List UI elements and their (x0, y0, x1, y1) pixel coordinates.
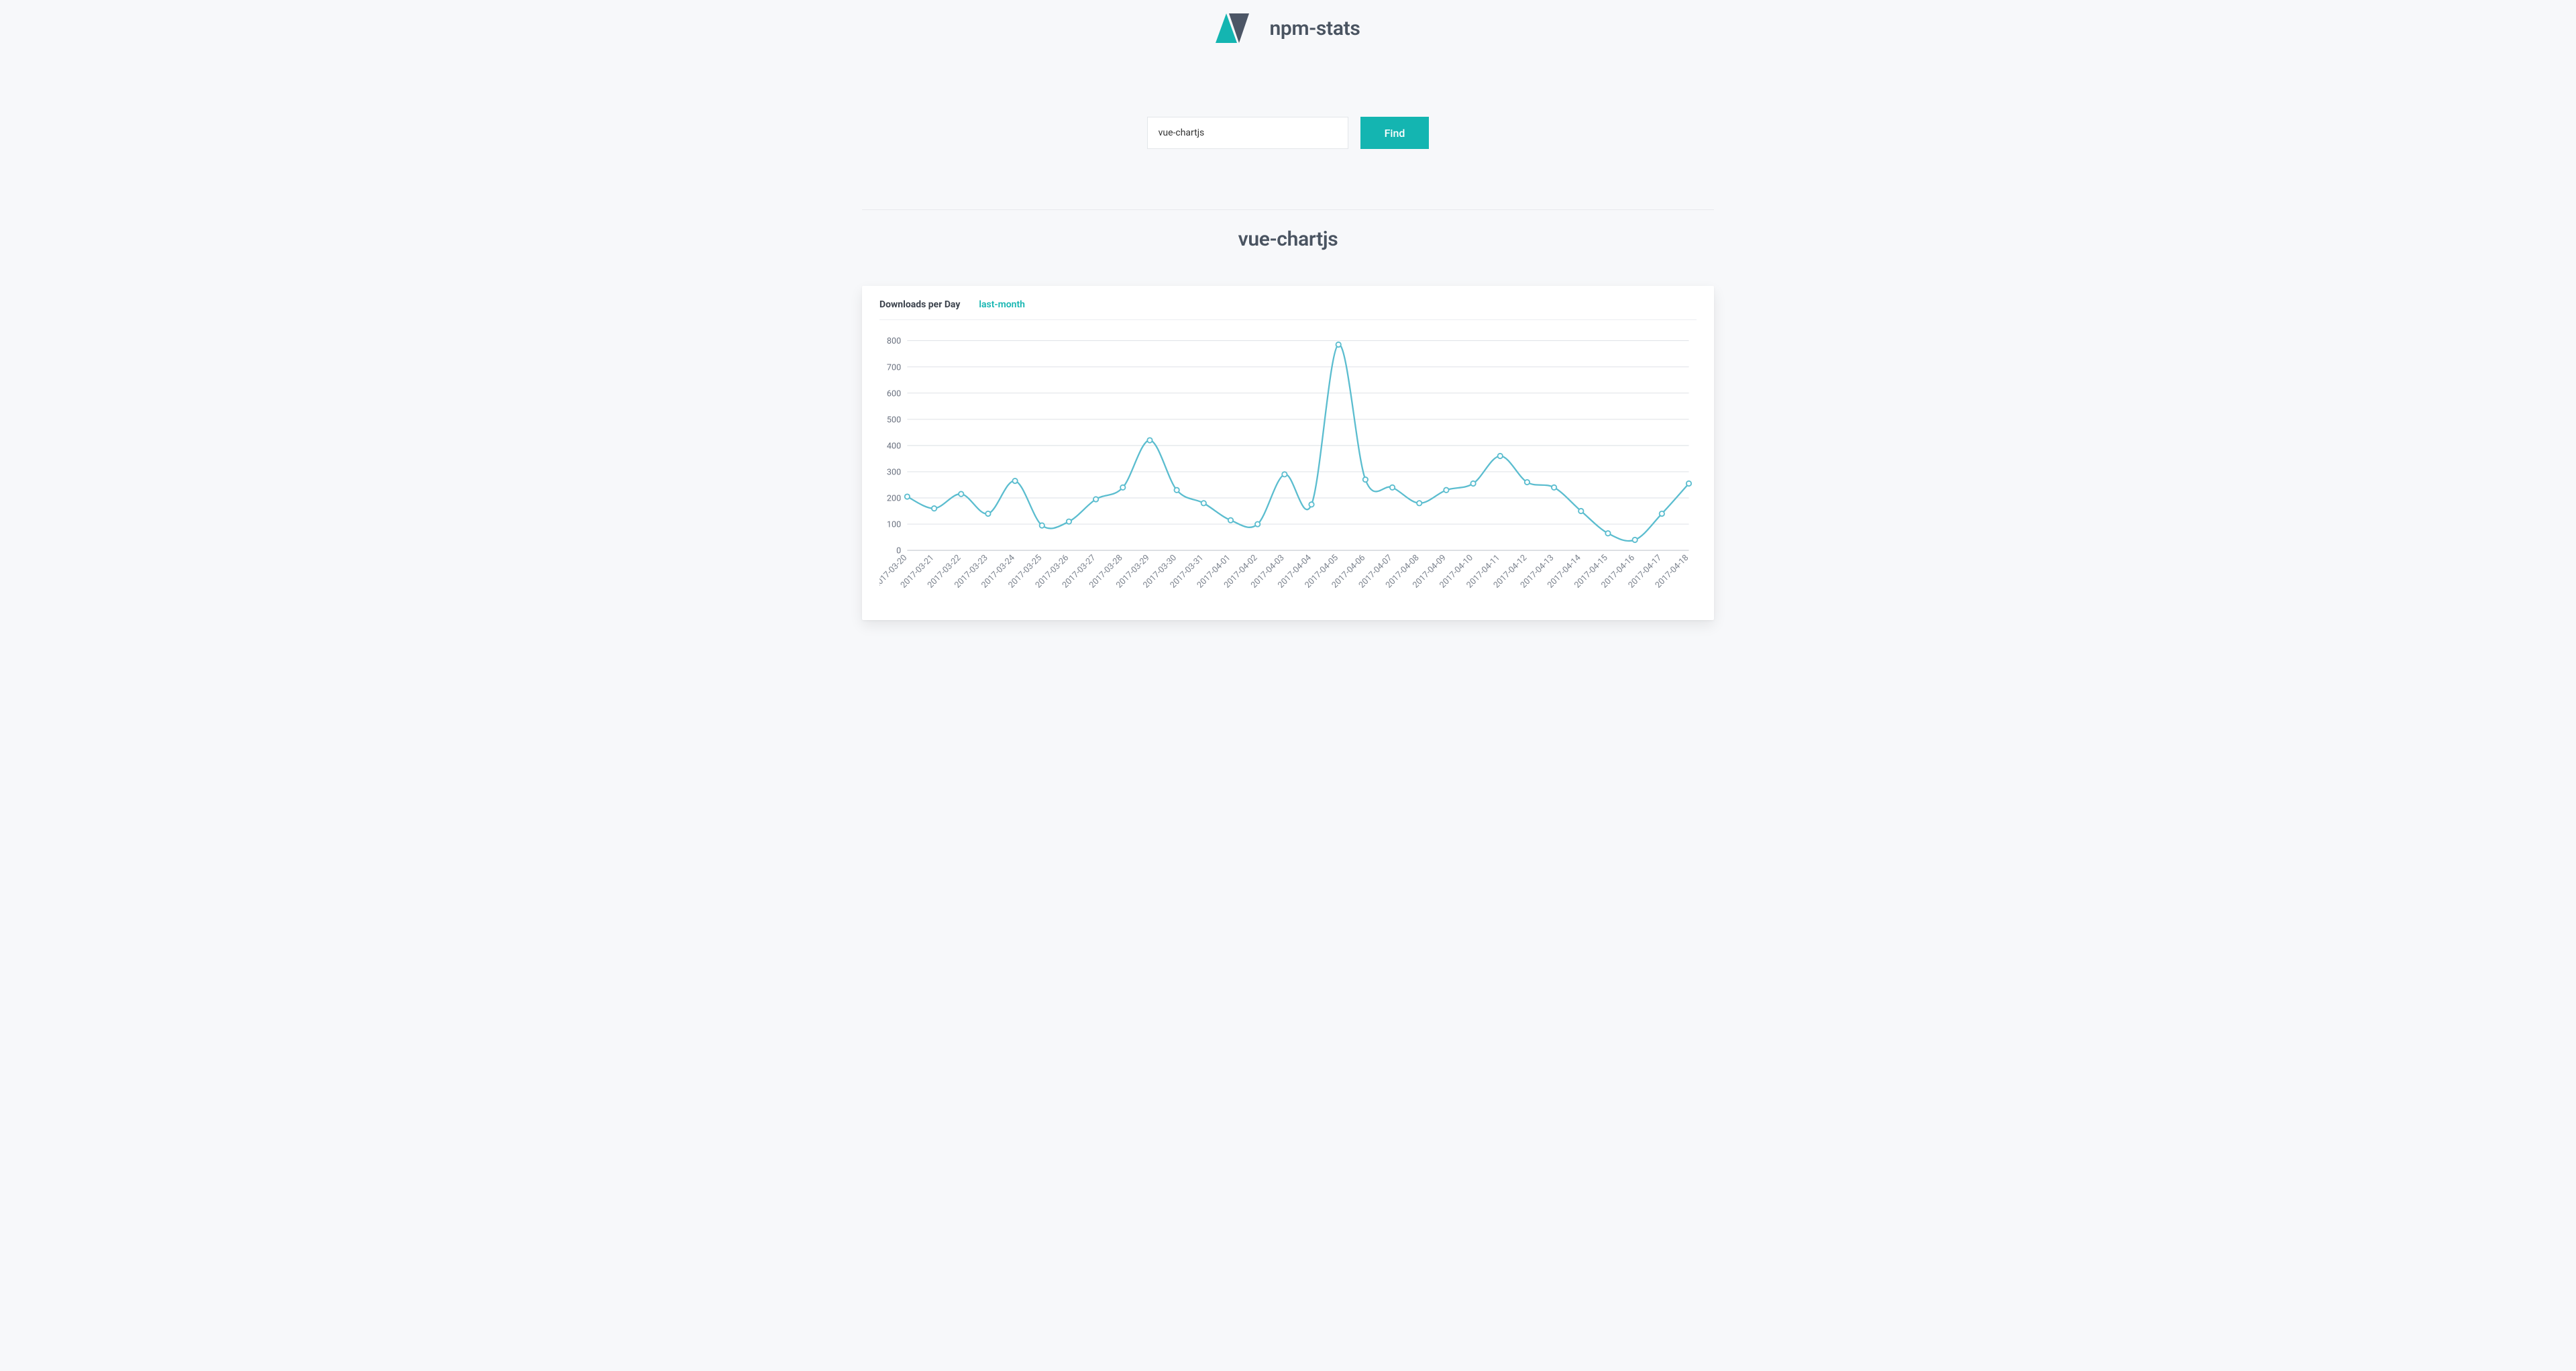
package-title: vue-chartjs (862, 227, 1714, 251)
svg-text:700: 700 (887, 362, 901, 372)
svg-text:400: 400 (887, 441, 901, 451)
svg-text:100: 100 (887, 520, 901, 530)
period-badge: last-month (979, 299, 1025, 310)
search-form: Find (862, 50, 1714, 209)
svg-text:500: 500 (887, 415, 901, 425)
card-title: Downloads per Day (879, 299, 960, 310)
svg-text:800: 800 (887, 338, 901, 346)
svg-text:600: 600 (887, 389, 901, 399)
find-button[interactable]: Find (1360, 117, 1430, 149)
svg-text:300: 300 (887, 468, 901, 478)
downloads-chart: 01002003004005006007008002017-03-202017-… (879, 338, 1697, 600)
package-search-input[interactable] (1147, 117, 1348, 149)
logo-icon (1216, 13, 1257, 43)
svg-text:200: 200 (887, 494, 901, 504)
app-title: npm-stats (1269, 17, 1360, 40)
downloads-card: Downloads per Day last-month 01002003004… (862, 286, 1714, 620)
section-divider (862, 209, 1714, 210)
